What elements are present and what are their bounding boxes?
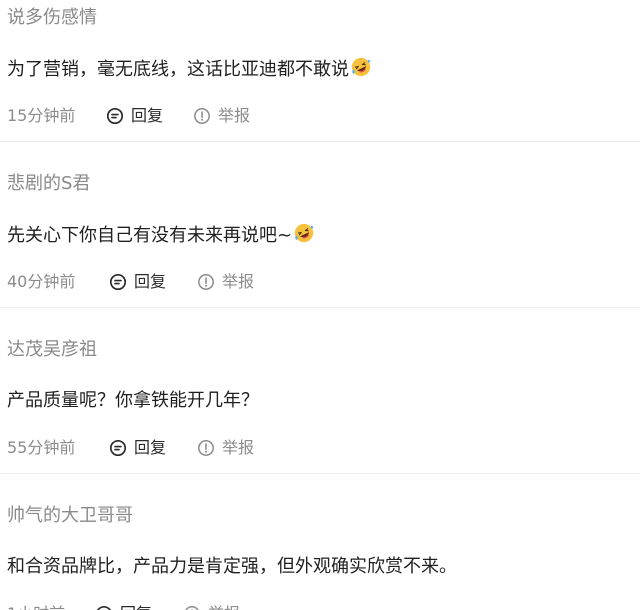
comment-timestamp: 55分钟前: [7, 438, 76, 457]
reply-label: 回复: [134, 272, 167, 291]
warning-icon: [185, 606, 199, 610]
comment-content: 和合资品牌比，产品力是肯定强，但外观确实欣赏不来。: [7, 554, 457, 580]
comment-content: 为了营销，毫无底线，这话比亚迪都不敢说: [7, 56, 372, 83]
comment-timestamp: 15分钟前: [7, 106, 76, 125]
comment-username[interactable]: 帅气的大卫哥哥: [7, 504, 133, 528]
report-button[interactable]: 举报: [193, 104, 250, 128]
reply-button[interactable]: 回复: [109, 270, 166, 294]
comment-item: 悲剧的S君 先关心下你自己有没有未来再说吧~ 40分钟前 回复 举报: [0, 142, 640, 308]
warning-icon: [194, 108, 210, 124]
comment-content: 先关心下你自己有没有未来再说吧~: [7, 222, 315, 249]
reply-button[interactable]: 回复: [109, 436, 166, 460]
rolling-laughing-emoji-icon: [294, 223, 314, 243]
report-button[interactable]: 举报: [197, 436, 254, 460]
comment-bubble-icon: [97, 605, 111, 610]
comment-item: 达茂吴彦祖 产品质量呢？你拿铁能开几年？ 55分钟前 回复 举报: [0, 308, 640, 474]
reply-label: 回复: [134, 438, 167, 457]
comment-timestamp: 40分钟前: [7, 272, 76, 291]
comment-username[interactable]: 达茂吴彦祖: [7, 338, 97, 362]
comment-item: 说多伤感情 为了营销，毫无底线，这话比亚迪都不敢说 15分钟前 回复 举报: [0, 0, 640, 142]
comment-bubble-icon: [109, 439, 127, 457]
comment-timestamp: 1小时前: [7, 602, 65, 610]
report-button[interactable]: 举报: [183, 602, 240, 610]
reply-label: 回复: [120, 602, 152, 610]
report-label: 举报: [208, 602, 240, 610]
comment-bubble-icon: [109, 273, 127, 291]
reply-button[interactable]: 回复: [106, 104, 163, 128]
comment-text: 产品质量呢？你拿铁能开几年？: [7, 390, 259, 411]
comment-item: 帅气的大卫哥哥 和合资品牌比，产品力是肯定强，但外观确实欣赏不来。 1小时前 回…: [0, 474, 640, 610]
rolling-laughing-emoji-icon: [351, 57, 371, 77]
warning-icon: [198, 274, 214, 290]
comment-content: 产品质量呢？你拿铁能开几年？: [7, 388, 259, 414]
reply-button[interactable]: 回复: [95, 602, 152, 610]
report-label: 举报: [218, 106, 251, 125]
comment-feed: 说多伤感情 为了营销，毫无底线，这话比亚迪都不敢说 15分钟前 回复 举报 悲剧…: [0, 0, 640, 610]
comment-text: 先关心下你自己有没有未来再说吧~: [7, 225, 293, 246]
report-label: 举报: [222, 438, 255, 457]
report-label: 举报: [222, 272, 255, 291]
comment-username[interactable]: 说多伤感情: [7, 6, 97, 30]
reply-label: 回复: [131, 106, 164, 125]
comment-username[interactable]: 悲剧的S君: [7, 172, 90, 196]
warning-icon: [198, 440, 214, 456]
comment-text: 为了营销，毫无底线，这话比亚迪都不敢说: [7, 59, 349, 80]
report-button[interactable]: 举报: [197, 270, 254, 294]
comment-bubble-icon: [106, 107, 124, 125]
comment-text: 和合资品牌比，产品力是肯定强，但外观确实欣赏不来。: [7, 556, 457, 577]
